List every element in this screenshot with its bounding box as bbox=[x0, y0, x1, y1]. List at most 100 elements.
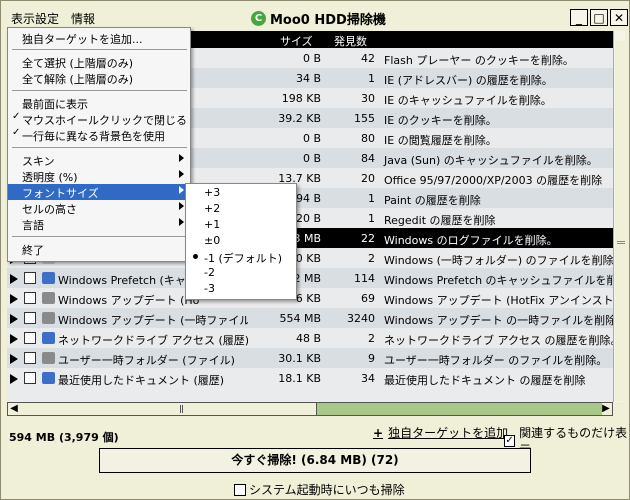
total-size: 594 MB (3,979 個) bbox=[9, 431, 119, 444]
horizontal-scroll-track[interactable] bbox=[317, 403, 602, 415]
menu-item-wheel-close[interactable]: ✓ マウスホイールクリックで閉じる bbox=[8, 111, 190, 127]
expand-arrow-icon[interactable] bbox=[10, 334, 18, 344]
item-description: Flash プレーヤー のクッキーを削除。 bbox=[384, 54, 574, 67]
grip-icon bbox=[617, 241, 625, 244]
font-size-option[interactable]: -2 bbox=[186, 265, 296, 281]
item-description: 最近使用したドキュメント の履歴を削除 bbox=[384, 374, 586, 387]
expand-arrow-icon[interactable] bbox=[10, 314, 18, 324]
row-checkbox[interactable] bbox=[24, 372, 36, 384]
scroll-right-icon[interactable]: ▶ bbox=[600, 403, 612, 415]
startup-clean-checkbox[interactable]: システム起動時にいつも掃除 bbox=[234, 481, 405, 498]
expand-arrow-icon[interactable] bbox=[10, 274, 18, 284]
item-found-count: 9 bbox=[368, 352, 375, 365]
menu-item-always-on-top[interactable]: 最前面に表示 bbox=[8, 95, 190, 111]
check-icon: ✓ bbox=[12, 127, 21, 138]
item-type-icon bbox=[42, 372, 55, 384]
radio-dot-icon bbox=[193, 254, 198, 259]
column-found[interactable]: 発見数 bbox=[334, 33, 367, 49]
submenu-arrow-icon bbox=[179, 170, 184, 178]
scroll-left-icon[interactable]: ◀ bbox=[8, 403, 20, 415]
font-size-option[interactable]: +2 bbox=[186, 201, 296, 217]
item-found-count: 1 bbox=[368, 72, 375, 85]
font-size-option[interactable]: +3 bbox=[186, 185, 296, 201]
menu-item-add-target[interactable]: 独自ターゲットを追加... bbox=[8, 30, 190, 46]
row-checkbox[interactable] bbox=[24, 352, 36, 364]
show-related-label: 関連するものだけ表示 bbox=[519, 426, 628, 457]
table-row[interactable]: Windows アップデート (一時ファイル) 554 MB 3240 Windows… bbox=[7, 308, 613, 328]
item-description: IE のクッキーを削除。 bbox=[384, 114, 497, 127]
menu-item-deselect-all[interactable]: 全て解除 (上階層のみ) bbox=[8, 70, 190, 86]
app-title: C Moo0 HDD掃除機 bbox=[251, 9, 386, 28]
menu-item-select-all[interactable]: 全て選択 (上階層のみ) bbox=[8, 54, 190, 70]
menu-separator bbox=[12, 49, 187, 50]
menu-separator bbox=[12, 236, 187, 237]
item-size: 198 KB bbox=[281, 92, 321, 105]
table-row[interactable]: Windows アップデート (Ho 6 KB 69 Windows アップデート (… bbox=[7, 288, 613, 308]
menu-item-alternate-rows[interactable]: ✓ 一行毎に異なる背景色を使用 bbox=[8, 127, 190, 143]
menu-item-language[interactable]: 言語 bbox=[8, 216, 190, 232]
table-row[interactable]: ネットワークドライブ アクセス (履歴) 48 B 2 ネットワークドライブ アクセス… bbox=[7, 328, 613, 348]
item-size: 0 B bbox=[302, 132, 321, 145]
item-description: ユーザー一時フォルダー のファイルを削除。 bbox=[384, 354, 608, 367]
item-description: Windows アップデート の一時ファイルを削除。 bbox=[384, 314, 613, 327]
clean-now-button[interactable]: 今すぐ掃除! (6.84 MB) (72) bbox=[99, 448, 531, 473]
item-type-icon bbox=[42, 292, 55, 304]
item-found-count: 20 bbox=[361, 172, 375, 185]
item-type-icon bbox=[42, 312, 55, 324]
checkbox-icon: ✓ bbox=[504, 435, 516, 447]
menu-item-skin[interactable]: スキン bbox=[8, 152, 190, 168]
item-size: 0 B bbox=[302, 152, 321, 165]
expand-arrow-icon[interactable] bbox=[10, 374, 18, 384]
item-size: 48 B bbox=[295, 332, 321, 345]
row-checkbox[interactable] bbox=[24, 292, 36, 304]
vertical-scroll-thumb[interactable] bbox=[615, 41, 625, 401]
item-found-count: 1 bbox=[368, 212, 375, 225]
row-checkbox[interactable] bbox=[24, 272, 36, 284]
checkbox-icon bbox=[234, 483, 246, 496]
vertical-scrollbar[interactable] bbox=[613, 31, 625, 402]
expand-arrow-icon[interactable] bbox=[10, 354, 18, 364]
row-checkbox[interactable] bbox=[24, 332, 36, 344]
menu-item-font-size[interactable]: フォントサイズ bbox=[8, 184, 190, 200]
main-window: 表示設定 情報 C Moo0 HDD掃除機 _ □ ✕ サイズ 発見数 0 B 4… bbox=[0, 0, 630, 500]
menu-settings[interactable]: 表示設定 bbox=[11, 10, 59, 27]
item-size: 30.1 KB bbox=[278, 352, 321, 365]
horizontal-scroll-thumb[interactable] bbox=[20, 403, 317, 415]
item-type-icon bbox=[42, 272, 55, 284]
horizontal-scrollbar[interactable]: ◀ ▶ bbox=[7, 402, 613, 416]
menu-item-transparency[interactable]: 透明度 (%) bbox=[8, 168, 190, 184]
item-found-count: 155 bbox=[354, 112, 375, 125]
table-row[interactable]: ユーザー一時フォルダー (ファイル) 30.1 KB 9 ユーザー一時フォルダー のフ… bbox=[7, 348, 613, 368]
close-button[interactable]: ✕ bbox=[610, 9, 628, 26]
maximize-button[interactable]: □ bbox=[590, 9, 608, 26]
minimize-button[interactable]: _ bbox=[570, 9, 588, 26]
item-description: Windows Prefetch のキャッシュファイルを削除。 bbox=[384, 274, 613, 287]
submenu-arrow-icon bbox=[179, 154, 184, 162]
add-target-label: 独自ターゲットを追加 bbox=[388, 426, 509, 440]
item-name: 最近使用したドキュメント (履歴) bbox=[58, 374, 225, 387]
add-target-link[interactable]: + 独自ターゲットを追加 bbox=[373, 424, 508, 441]
submenu-arrow-icon bbox=[179, 186, 184, 194]
menu-item-exit[interactable]: 終了 bbox=[8, 241, 190, 257]
table-row[interactable]: Windows Prefetch (キャ 2 MB 114 Windows Prefe… bbox=[7, 268, 613, 288]
item-description: IE のキャッシュファイルを削除。 bbox=[384, 94, 552, 107]
menu-item-cell-height[interactable]: セルの高さ bbox=[8, 200, 190, 216]
submenu-arrow-icon bbox=[179, 202, 184, 210]
expand-arrow-icon[interactable] bbox=[10, 294, 18, 304]
item-description: IE (アドレスバー) の履歴を削除。 bbox=[384, 74, 553, 87]
item-found-count: 2 bbox=[368, 332, 375, 345]
item-name: Windows アップデート (一時ファイル) bbox=[58, 314, 248, 327]
font-size-option-selected[interactable]: -1 (デフォルト) bbox=[186, 249, 296, 265]
column-size[interactable]: サイズ bbox=[280, 33, 313, 49]
font-size-option[interactable]: -3 bbox=[186, 281, 296, 297]
font-size-submenu: +3 +2 +1 ±0 -1 (デフォルト) -2 -3 bbox=[185, 183, 297, 300]
startup-clean-label: システム起動時にいつも掃除 bbox=[249, 483, 405, 497]
row-checkbox[interactable] bbox=[24, 312, 36, 324]
item-found-count: 80 bbox=[361, 132, 375, 145]
table-row[interactable]: 最近使用したドキュメント (履歴) 18.1 KB 34 最近使用したドキュメント の… bbox=[7, 368, 613, 388]
menu-separator bbox=[12, 90, 187, 91]
item-found-count: 2 bbox=[368, 252, 375, 265]
font-size-option[interactable]: +1 bbox=[186, 217, 296, 233]
font-size-option[interactable]: ±0 bbox=[186, 233, 296, 249]
menu-info[interactable]: 情報 bbox=[71, 10, 95, 27]
